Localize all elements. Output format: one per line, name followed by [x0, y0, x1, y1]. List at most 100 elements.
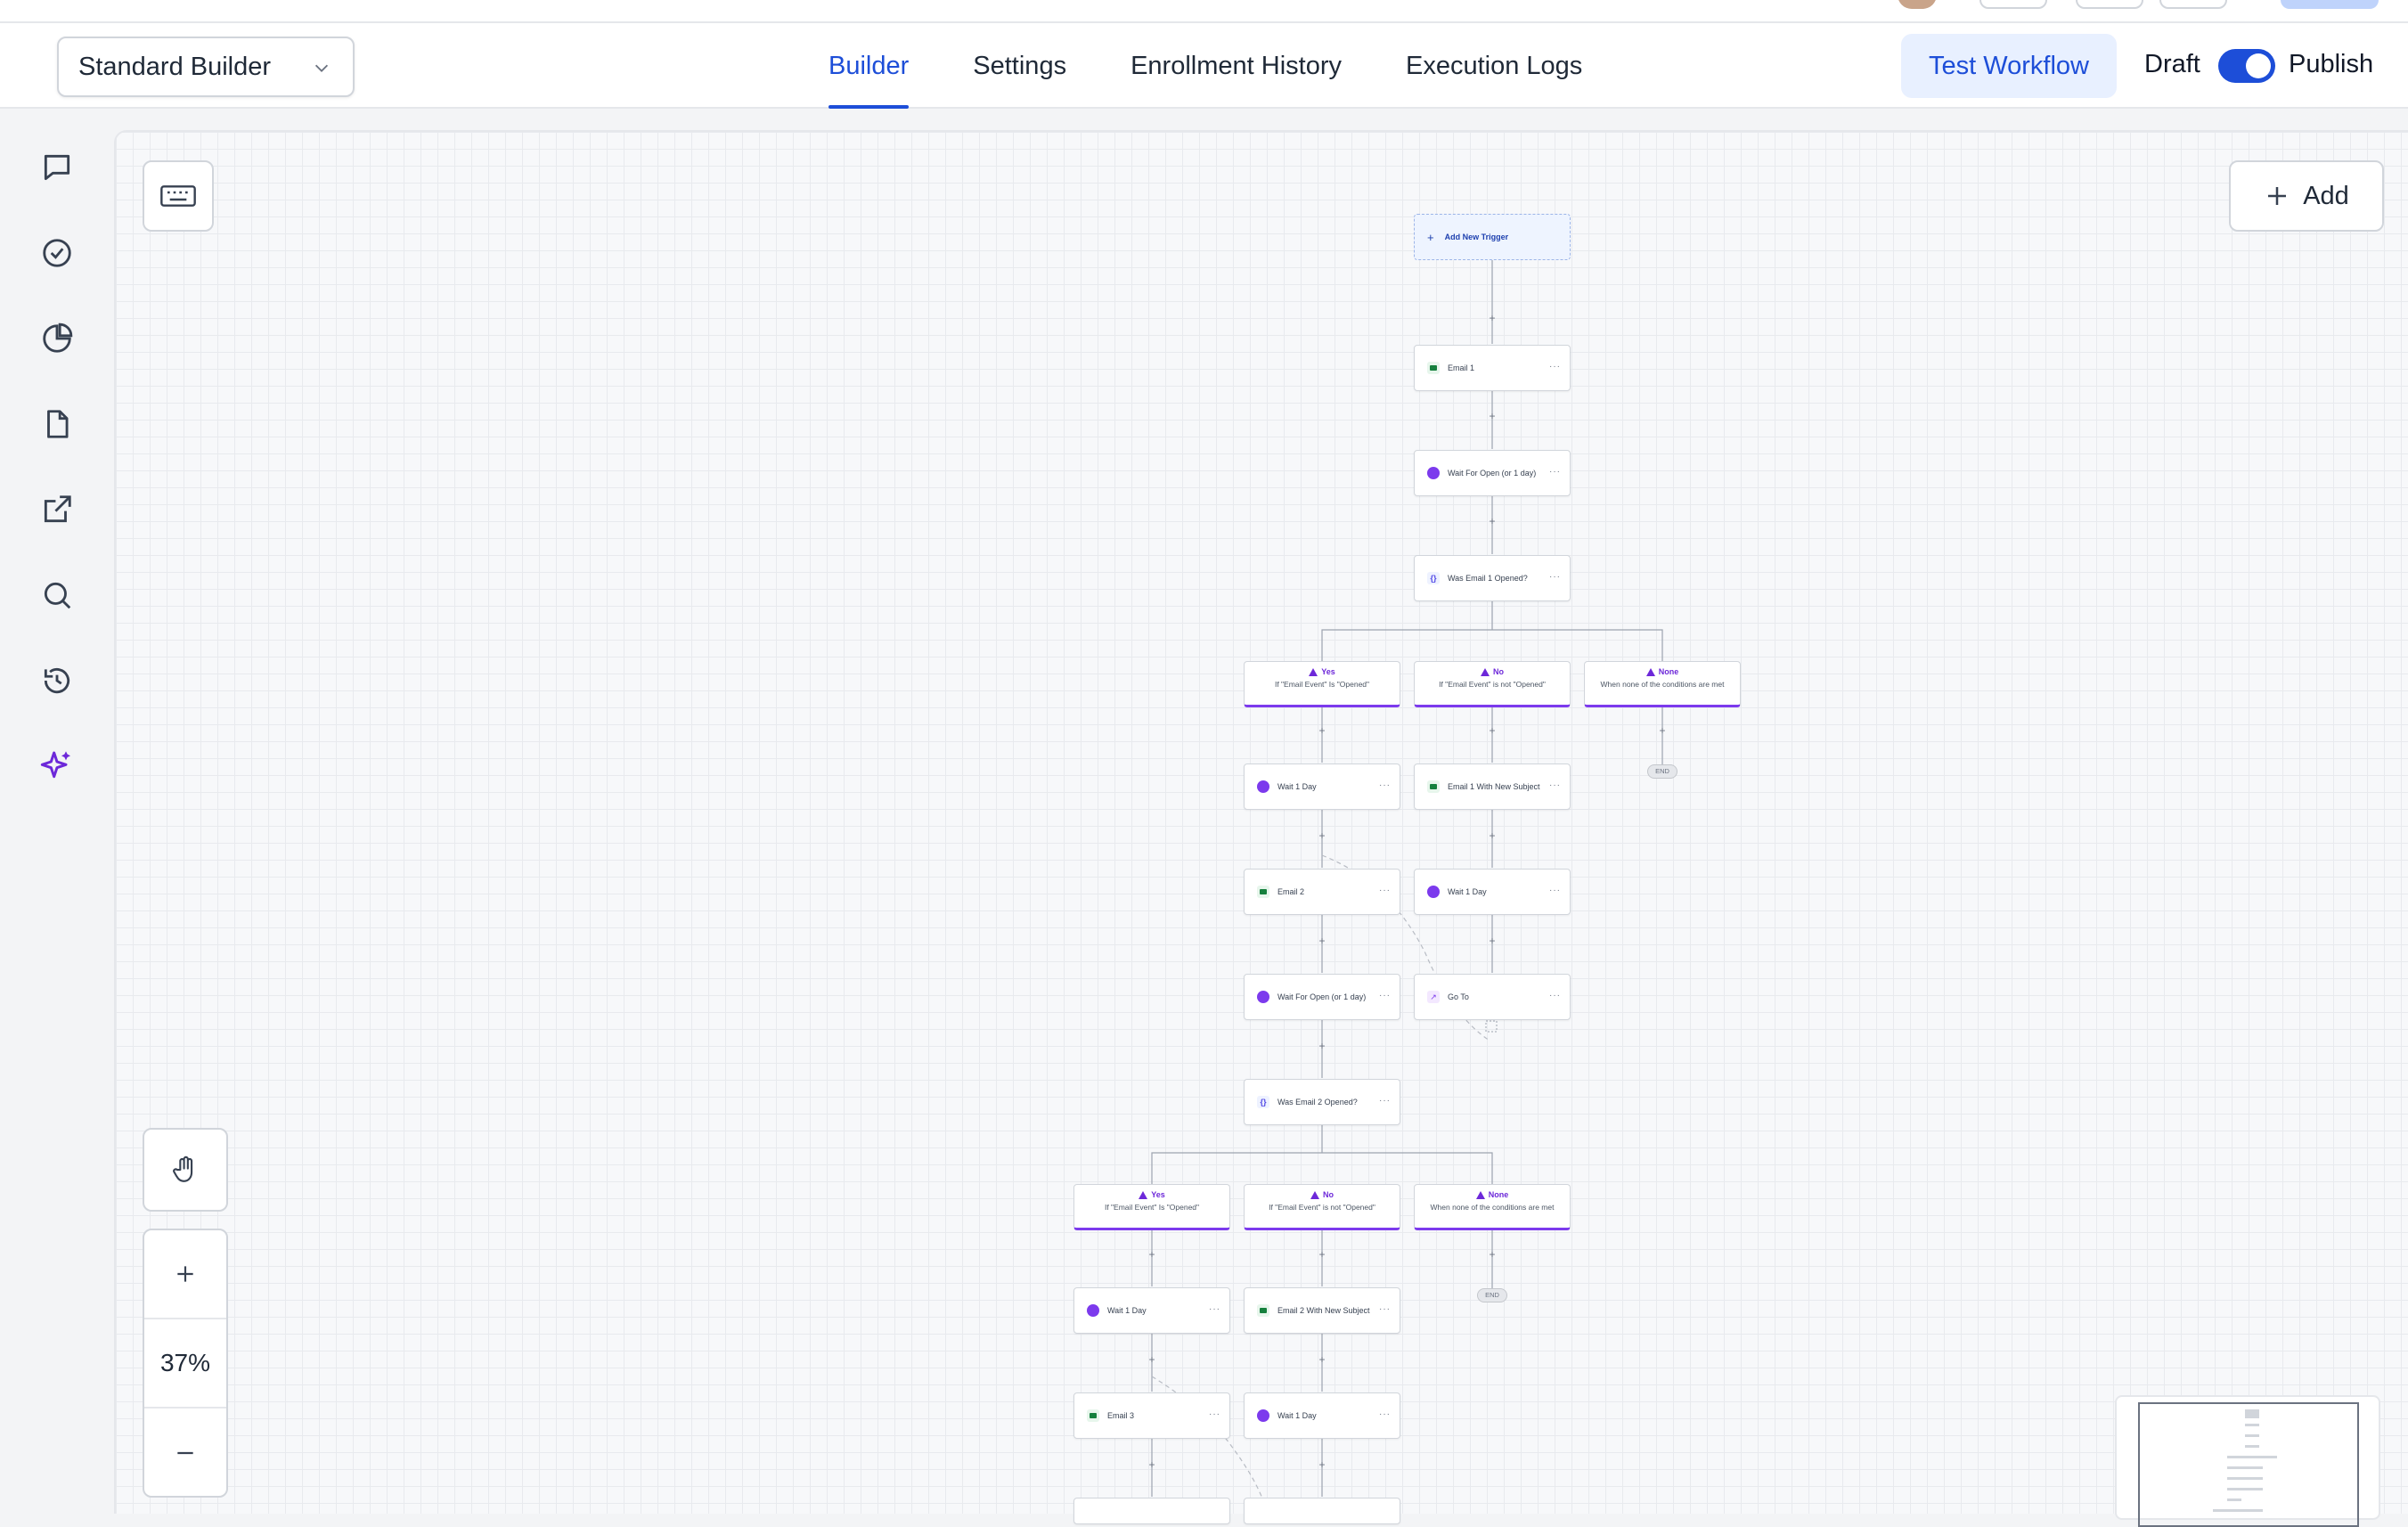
- workflow-node-email[interactable]: Email 1 ···: [1414, 345, 1571, 391]
- add-step-icon[interactable]: +: [1487, 516, 1498, 527]
- workflow-node-condition[interactable]: {} Was Email 2 Opened? ···: [1244, 1079, 1400, 1125]
- add-step-icon[interactable]: +: [1147, 1249, 1157, 1260]
- add-trigger-label: Add New Trigger: [1444, 233, 1509, 241]
- add-step-icon[interactable]: +: [1317, 725, 1327, 736]
- clock-icon: [1087, 1304, 1099, 1317]
- branch-no[interactable]: No If "Email Event" is not "Opened": [1244, 1184, 1400, 1230]
- add-step-icon[interactable]: +: [1317, 1354, 1327, 1365]
- clock-icon: [1257, 991, 1269, 1003]
- more-options-icon[interactable]: ···: [1379, 1409, 1391, 1419]
- workflow-node-wait[interactable]: Wait For Open (or 1 day) ···: [1244, 974, 1400, 1020]
- add-step-icon[interactable]: +: [1147, 1354, 1157, 1365]
- branch-title: No: [1493, 667, 1504, 676]
- add-step-icon[interactable]: +: [1317, 1249, 1327, 1260]
- minimap-node: [2245, 1434, 2259, 1437]
- branch-title: None: [1488, 1190, 1509, 1199]
- add-step-icon[interactable]: +: [1317, 830, 1327, 841]
- more-options-icon[interactable]: ···: [1549, 572, 1561, 582]
- zoom-controls: 37%: [143, 1229, 228, 1498]
- add-step-icon[interactable]: +: [1487, 411, 1498, 421]
- node-label: Email 3: [1107, 1411, 1135, 1420]
- branch-condition: If "Email Event" Is "Opened": [1104, 1203, 1200, 1212]
- more-options-icon[interactable]: ···: [1379, 1096, 1391, 1106]
- minimap[interactable]: [2115, 1395, 2380, 1527]
- add-step-icon[interactable]: +: [1487, 935, 1498, 946]
- more-options-icon[interactable]: ···: [1379, 780, 1391, 790]
- node-label: Wait 1 Day: [1277, 782, 1317, 791]
- add-step-icon[interactable]: +: [1147, 1459, 1157, 1470]
- workflow-node-wait[interactable]: Wait 1 Day ···: [1244, 1392, 1400, 1439]
- more-options-icon[interactable]: ···: [1379, 1304, 1391, 1314]
- add-step-icon[interactable]: +: [1487, 313, 1498, 323]
- more-options-icon[interactable]: ···: [1209, 1409, 1220, 1419]
- workflow-node-email[interactable]: Email 2 ···: [1244, 869, 1400, 915]
- workflow-node-condition[interactable]: {} Was Email 1 Opened? ···: [1414, 555, 1571, 601]
- plus-icon: [2268, 187, 2287, 205]
- pan-tool-button[interactable]: [143, 1128, 228, 1212]
- add-step-icon[interactable]: +: [1487, 725, 1498, 736]
- node-label: Wait For Open (or 1 day): [1448, 469, 1537, 478]
- add-button[interactable]: Add: [2229, 160, 2384, 232]
- minimap-node: [2227, 1456, 2277, 1458]
- clock-icon: [1427, 886, 1440, 898]
- email-icon: [1427, 362, 1440, 374]
- add-trigger-node[interactable]: + Add New Trigger: [1414, 214, 1571, 260]
- more-options-icon[interactable]: ···: [1549, 780, 1561, 790]
- minimap-node: [2245, 1445, 2259, 1448]
- email-icon: [1087, 1409, 1099, 1422]
- node-label: Email 2: [1277, 887, 1305, 896]
- workflow-node-email[interactable]: Email 3 ···: [1073, 1392, 1230, 1439]
- minimap-node: [2227, 1466, 2263, 1469]
- node-label: Wait 1 Day: [1107, 1306, 1147, 1315]
- branch-yes[interactable]: Yes If "Email Event" Is "Opened": [1073, 1184, 1230, 1230]
- more-options-icon[interactable]: ···: [1209, 1304, 1220, 1314]
- workflow-node-wait[interactable]: Wait 1 Day ···: [1244, 764, 1400, 810]
- add-step-icon[interactable]: +: [1317, 935, 1327, 946]
- keyboard-shortcuts-button[interactable]: [143, 160, 214, 232]
- minimap-viewport[interactable]: [2138, 1402, 2359, 1527]
- branch-no[interactable]: No If "Email Event" is not "Opened": [1414, 661, 1571, 707]
- branch-icon: [1645, 667, 1655, 676]
- add-step-icon[interactable]: +: [1317, 1459, 1327, 1470]
- add-step-icon[interactable]: +: [1487, 830, 1498, 841]
- workflow-node-goto[interactable]: ↗ Go To ···: [1414, 974, 1571, 1020]
- more-options-icon[interactable]: ···: [1549, 362, 1561, 372]
- zoom-level: 37%: [144, 1319, 226, 1409]
- branch-condition: If "Email Event" is not "Opened": [1439, 680, 1546, 689]
- branch-condition: When none of the conditions are met: [1600, 680, 1725, 689]
- more-options-icon[interactable]: ···: [1549, 886, 1561, 895]
- workflow-node-partial[interactable]: [1244, 1498, 1400, 1524]
- workflow-node-wait[interactable]: Wait For Open (or 1 day) ···: [1414, 450, 1571, 496]
- minimap-node: [2245, 1409, 2259, 1418]
- workflow-node-wait[interactable]: Wait 1 Day ···: [1073, 1287, 1230, 1334]
- branch-icon: [1309, 667, 1318, 676]
- branch-yes[interactable]: Yes If "Email Event" Is "Opened": [1244, 661, 1400, 707]
- add-step-icon[interactable]: +: [1487, 1249, 1498, 1260]
- minimap-node: [2227, 1477, 2263, 1480]
- more-options-icon[interactable]: ···: [1549, 467, 1561, 477]
- workflow-node-email[interactable]: Email 2 With New Subject ···: [1244, 1287, 1400, 1334]
- workflow-node-partial[interactable]: [1073, 1498, 1230, 1524]
- zoom-out-button[interactable]: [144, 1409, 226, 1498]
- more-options-icon[interactable]: ···: [1379, 886, 1391, 895]
- more-options-icon[interactable]: ···: [1379, 991, 1391, 1000]
- condition-icon: {}: [1257, 1096, 1269, 1108]
- goto-icon: ↗: [1427, 991, 1440, 1003]
- email-icon: [1257, 886, 1269, 898]
- add-step-icon[interactable]: +: [1657, 725, 1668, 736]
- branch-title: No: [1323, 1190, 1334, 1199]
- minus-icon: [177, 1451, 193, 1455]
- branch-condition: When none of the conditions are met: [1430, 1203, 1555, 1212]
- workflow-node-email[interactable]: Email 1 With New Subject ···: [1414, 764, 1571, 810]
- branch-none[interactable]: None When none of the conditions are met: [1584, 661, 1741, 707]
- condition-icon: {}: [1427, 572, 1440, 584]
- clock-icon: [1257, 1409, 1269, 1422]
- workflow-node-wait[interactable]: Wait 1 Day ···: [1414, 869, 1571, 915]
- branch-none[interactable]: None When none of the conditions are met: [1414, 1184, 1571, 1230]
- add-step-icon[interactable]: +: [1317, 1041, 1327, 1051]
- clock-icon: [1427, 467, 1440, 479]
- more-options-icon[interactable]: ···: [1549, 991, 1561, 1000]
- node-label: Was Email 1 Opened?: [1448, 574, 1528, 583]
- minimap-node: [2227, 1498, 2241, 1501]
- zoom-in-button[interactable]: [144, 1230, 226, 1319]
